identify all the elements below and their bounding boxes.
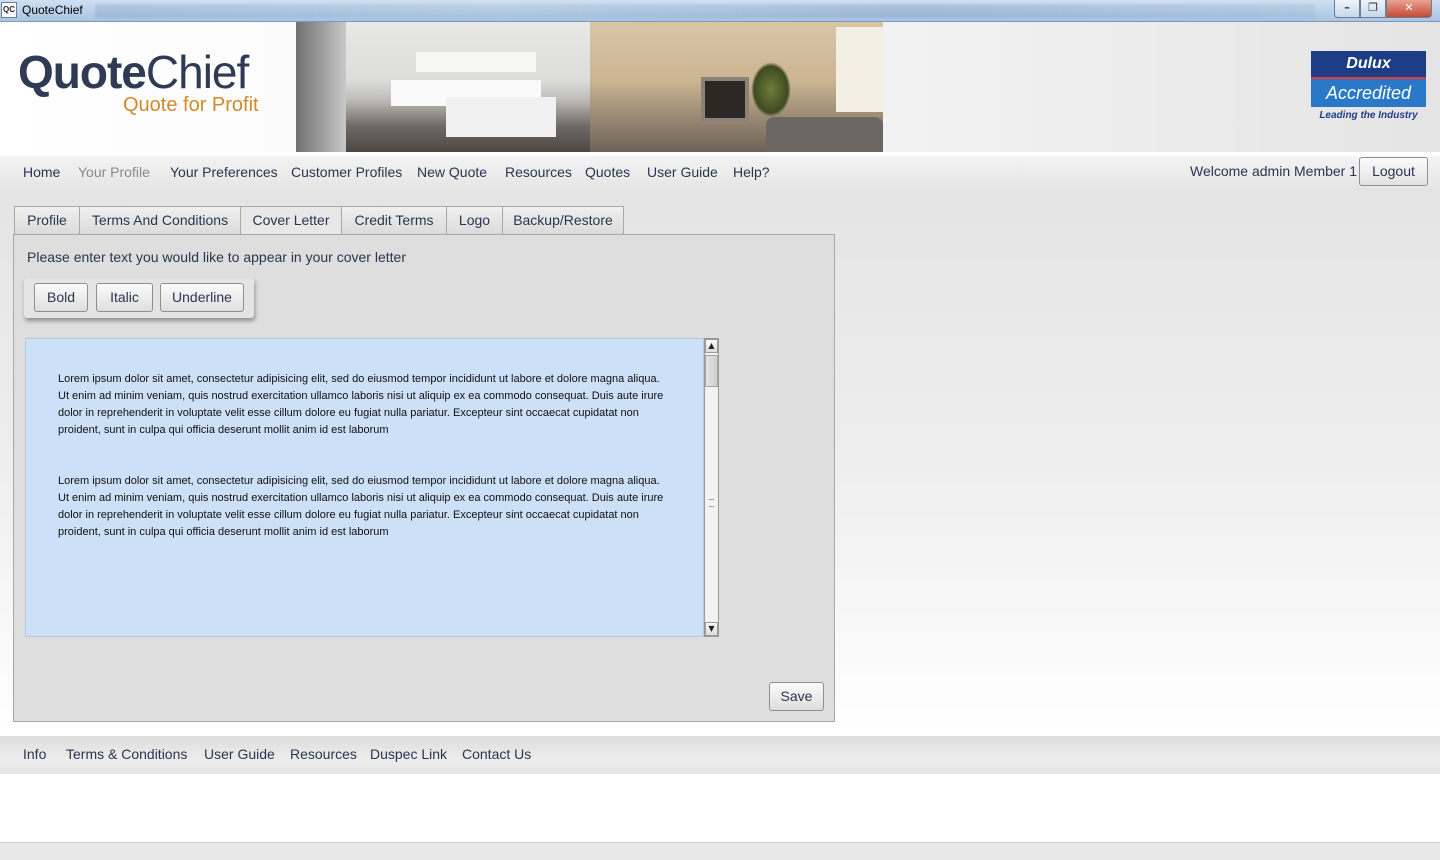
dulux-accredited-badge: Dulux Accredited Leading the Industry <box>1311 51 1426 127</box>
nav-new-quote[interactable]: New Quote <box>417 164 487 180</box>
cover-letter-panel: Please enter text you would like to appe… <box>13 234 835 722</box>
tab-logo[interactable]: Logo <box>446 206 503 235</box>
footer-link-info[interactable]: Info <box>23 746 46 762</box>
site-header: QuoteChief Quote for Profit Dulux Accred… <box>0 22 1440 152</box>
window-title: QuoteChief <box>22 3 83 17</box>
badge-top: Dulux <box>1311 51 1426 77</box>
nav-customer-profiles[interactable]: Customer Profiles <box>291 164 402 180</box>
scroll-up-icon[interactable]: ▲ <box>705 339 718 353</box>
header-banner-image <box>296 22 883 152</box>
window-title-bar: QC QuoteChief – ❐ ✕ <box>0 0 1440 22</box>
tab-terms-and-conditions[interactable]: Terms And Conditions <box>79 206 241 235</box>
save-button[interactable]: Save <box>769 682 824 711</box>
italic-button[interactable]: Italic <box>96 283 153 312</box>
tab-backup-restore[interactable]: Backup/Restore <box>502 206 624 235</box>
background-taskbar-strip <box>95 4 1315 18</box>
logo-tagline: Quote for Profit <box>123 94 259 116</box>
underline-button[interactable]: Underline <box>160 283 244 312</box>
quotechief-logo[interactable]: QuoteChief Quote for Profit <box>18 48 259 117</box>
nav-help[interactable]: Help? <box>733 164 770 180</box>
logout-button[interactable]: Logout <box>1359 157 1428 186</box>
welcome-text: Welcome admin Member 1 <box>1190 163 1358 179</box>
close-icon[interactable]: ✕ <box>1386 0 1432 18</box>
bold-button[interactable]: Bold <box>34 283 88 312</box>
tab-cover-letter[interactable]: Cover Letter <box>240 206 342 236</box>
app-icon: QC <box>1 2 17 18</box>
nav-your-profile[interactable]: Your Profile <box>78 164 150 180</box>
editor-scrollbar[interactable]: ▲ ▼ <box>704 338 719 637</box>
tab-credit-terms[interactable]: Credit Terms <box>341 206 447 235</box>
window-bottom-bar <box>0 842 1440 860</box>
scroll-grip-icon <box>709 499 714 507</box>
editor-paragraph: Lorem ipsum dolor sit amet, consectetur … <box>58 475 664 538</box>
nav-user-guide[interactable]: User Guide <box>647 164 718 180</box>
logo-brand-light: Chief <box>145 46 249 98</box>
scroll-down-icon[interactable]: ▼ <box>705 622 718 636</box>
nav-quotes[interactable]: Quotes <box>585 164 630 180</box>
footer-link-user-guide[interactable]: User Guide <box>204 746 275 762</box>
minimize-icon[interactable]: – <box>1334 0 1360 18</box>
badge-bottom: Leading the Industry <box>1319 110 1418 121</box>
tab-profile[interactable]: Profile <box>14 206 80 235</box>
badge-middle: Accredited <box>1311 77 1426 107</box>
main-nav: Home Your Profile Your Preferences Custo… <box>0 156 1440 188</box>
logo-brand: QuoteChief <box>18 48 259 96</box>
footer-link-duspec[interactable]: Duspec Link <box>370 746 447 762</box>
scroll-thumb[interactable] <box>705 355 718 387</box>
editor-paragraph: Lorem ipsum dolor sit amet, consectetur … <box>58 373 664 436</box>
footer-link-resources[interactable]: Resources <box>290 746 357 762</box>
footer-link-contact[interactable]: Contact Us <box>462 746 531 762</box>
site-footer: Info Terms & Conditions User Guide Resou… <box>0 736 1440 774</box>
cover-letter-prompt: Please enter text you would like to appe… <box>27 249 406 265</box>
footer-link-terms[interactable]: Terms & Conditions <box>66 746 187 762</box>
cover-letter-editor[interactable]: Lorem ipsum dolor sit amet, consectetur … <box>25 338 704 637</box>
maximize-icon[interactable]: ❐ <box>1360 0 1386 18</box>
nav-your-preferences[interactable]: Your Preferences <box>170 164 278 180</box>
nav-resources[interactable]: Resources <box>505 164 572 180</box>
format-toolbar: Bold Italic Underline <box>24 278 254 318</box>
nav-home[interactable]: Home <box>23 164 60 180</box>
logo-brand-bold: Quote <box>18 46 147 98</box>
